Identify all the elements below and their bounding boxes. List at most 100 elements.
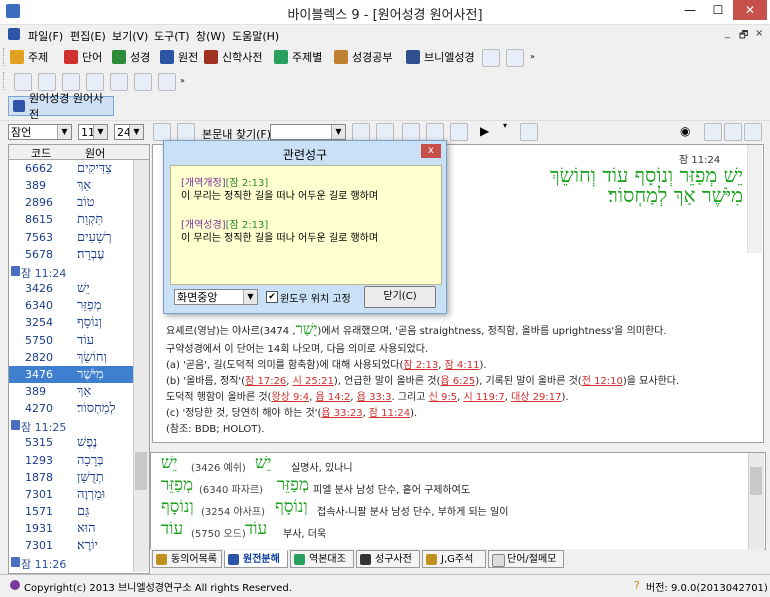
bible-study-button[interactable]: 성경공부	[334, 47, 392, 67]
verse-ref-row[interactable]: 잠 11:25	[9, 417, 133, 434]
menu-view[interactable]: 보기(V)	[112, 28, 148, 44]
word-breakdown-row[interactable]: מְפַזֵּר (6340 파자르) מְפַזֵּר 피엘 분사 남성 단수, 흩…	[161, 475, 741, 499]
next-icon[interactable]	[177, 123, 195, 141]
ref-link[interactable]: 시 25:21	[293, 376, 334, 387]
play-icon[interactable]: ▶	[480, 124, 489, 138]
column-code[interactable]: 코드	[31, 145, 51, 161]
layout-3-icon[interactable]	[744, 123, 762, 141]
word-row[interactable]: 4270 לְמַחְסוֹר׃	[9, 400, 133, 417]
copy-icon[interactable]	[38, 73, 56, 91]
word-row[interactable]: 5315 נֶפֶשׁ	[9, 434, 133, 451]
word-row[interactable]: 7301 וּמַרְוֶה	[9, 486, 133, 503]
fix-position-checkbox[interactable]: ✔	[266, 291, 278, 303]
chapter-select[interactable]: 11 ▼	[78, 124, 108, 140]
mdi-minimize-button[interactable]: _	[725, 28, 730, 39]
word-row[interactable]: 1931 הוּא	[9, 520, 133, 537]
tab-synonyms[interactable]: 동의어목록	[152, 550, 222, 568]
word-scrollbar[interactable]	[748, 453, 764, 549]
menu-file[interactable]: 파일(F)	[28, 28, 63, 44]
word-row[interactable]: 5750 עוֹד	[9, 332, 133, 349]
scroll-thumb[interactable]	[750, 467, 762, 495]
word-row[interactable]: 3426 יֵשׁ	[9, 280, 133, 297]
books-icon[interactable]	[450, 123, 468, 141]
word-row[interactable]: 3476 מִיֹּשֶׁר	[9, 365, 133, 383]
find-next-icon[interactable]	[376, 123, 394, 141]
left-scrollbar[interactable]	[133, 160, 149, 572]
word-breakdown-row[interactable]: עוֹד (5750 오드) עוֹד 부사, 더욱	[161, 519, 741, 543]
menu-tools[interactable]: 도구(T)	[154, 28, 190, 44]
tab-word-memo[interactable]: 단어/절메모	[488, 550, 564, 568]
toolbar-overflow-icon-2[interactable]: »	[180, 76, 185, 85]
ref-link[interactable]: 신 9:5	[429, 392, 457, 403]
tab-version-compare[interactable]: 역본대조	[290, 550, 354, 568]
word-row[interactable]: 1293 בְּרָכָה	[9, 452, 133, 469]
minimize-button[interactable]: —	[677, 0, 703, 20]
layout-1-icon[interactable]	[704, 123, 722, 141]
verse-select[interactable]: 24 ▼	[114, 124, 144, 140]
maximize-button[interactable]: ☐	[705, 0, 731, 20]
ref-link[interactable]: 욥 6:25	[440, 376, 475, 387]
peniel-bible-button[interactable]: 브니엘성경	[406, 47, 475, 67]
ref-link[interactable]: 잠 11:24	[369, 408, 410, 419]
document-icon[interactable]	[8, 28, 20, 40]
by-topic-button[interactable]: 주제별	[274, 47, 322, 67]
menu-edit[interactable]: 편집(E)	[70, 28, 106, 44]
tab-original-bible-dictionary[interactable]: 원어성경 원어사전	[8, 92, 114, 121]
scroll-thumb[interactable]	[135, 452, 147, 490]
ref-link[interactable]: 잠 2:13	[403, 360, 438, 371]
play-options-icon[interactable]: ▾	[503, 121, 507, 130]
word-row[interactable]: 8615 תִּקְוַת	[9, 211, 133, 228]
word-button[interactable]: 단어	[64, 47, 102, 67]
position-select[interactable]: 화면중앙 ▼	[174, 289, 258, 305]
exit-icon[interactable]	[506, 49, 524, 67]
dialog-close-button[interactable]: x	[421, 144, 441, 158]
menu-window[interactable]: 창(W)	[196, 28, 226, 44]
tab-parsing[interactable]: 원전분해	[224, 550, 288, 568]
ref-link[interactable]: 잠 4:11	[445, 360, 480, 371]
open-icon[interactable]	[14, 73, 32, 91]
word-breakdown-row[interactable]: וְנוֹסָף (3254 야사프) וְנוֹסָף 접속사-니팔 분사 남성 단…	[161, 497, 741, 521]
bible-button[interactable]: 성경	[112, 47, 150, 67]
paste-icon[interactable]	[62, 73, 80, 91]
word-row[interactable]: 389 אַךְ	[9, 383, 133, 400]
close-button[interactable]: ✕	[733, 0, 767, 20]
mdi-restore-button[interactable]: 🗗	[739, 28, 748, 45]
tab-verse-dictionary[interactable]: 성구사전	[356, 550, 420, 568]
settings-icon[interactable]	[158, 73, 176, 91]
word-row[interactable]: 1571 גַּם	[9, 503, 133, 520]
window-icon[interactable]	[134, 73, 152, 91]
topic-button[interactable]: 주제	[10, 47, 48, 67]
tab-jg-commentary[interactable]: J,G주석	[422, 550, 486, 568]
ref-link[interactable]: 왕상 9:4	[271, 392, 309, 403]
verse-scrollbar[interactable]	[747, 145, 762, 253]
note-icon[interactable]	[86, 73, 104, 91]
page-copy-icon[interactable]	[426, 123, 444, 141]
ref-link[interactable]: 잠 17:26	[245, 376, 286, 387]
bookmark-icon[interactable]	[110, 73, 128, 91]
toolbar-grip[interactable]	[3, 48, 7, 66]
verse-hebrew-line-2[interactable]: מִיֹּשֶׁר אַךְ לְמַחְסוֹר׃	[443, 183, 743, 208]
word-row[interactable]: 7301 יוֹרֶא׃	[9, 537, 133, 554]
word-row[interactable]: 1878 תְדֻשָּׁן	[9, 469, 133, 486]
ref-link[interactable]: 욥 14:2	[315, 392, 350, 403]
word-row[interactable]: 6662 צַדִּיקִים	[9, 160, 133, 177]
verse-ref-row[interactable]: 잠 11:24	[9, 263, 133, 280]
book-select[interactable]: 잠언 ▼	[8, 124, 72, 140]
original-button[interactable]: 원전	[160, 47, 198, 67]
print-icon[interactable]	[482, 49, 500, 67]
word-row[interactable]: 7563 רְשָׁעִים	[9, 229, 133, 246]
prev-icon[interactable]	[153, 123, 171, 141]
eye-icon[interactable]: ◉	[680, 124, 690, 138]
find-input[interactable]: ▼	[270, 124, 346, 140]
word-row[interactable]: 2896 טוֹב	[9, 194, 133, 211]
word-row[interactable]: 3254 וְנוֹסָף	[9, 314, 133, 331]
verse-ref-row[interactable]: 잠 11:26	[9, 554, 133, 571]
ref-link[interactable]: 전 12:10	[582, 376, 623, 387]
refresh-icon[interactable]	[520, 123, 538, 141]
word-row[interactable]: 2820 וְחוֹשֵׂךְ	[9, 349, 133, 366]
binoculars-icon[interactable]	[352, 123, 370, 141]
layout-2-icon[interactable]	[724, 123, 742, 141]
theology-dict-button[interactable]: 신학사전	[204, 47, 262, 67]
column-original[interactable]: 원어	[85, 145, 105, 161]
toolbar-grip-2[interactable]	[3, 72, 7, 90]
